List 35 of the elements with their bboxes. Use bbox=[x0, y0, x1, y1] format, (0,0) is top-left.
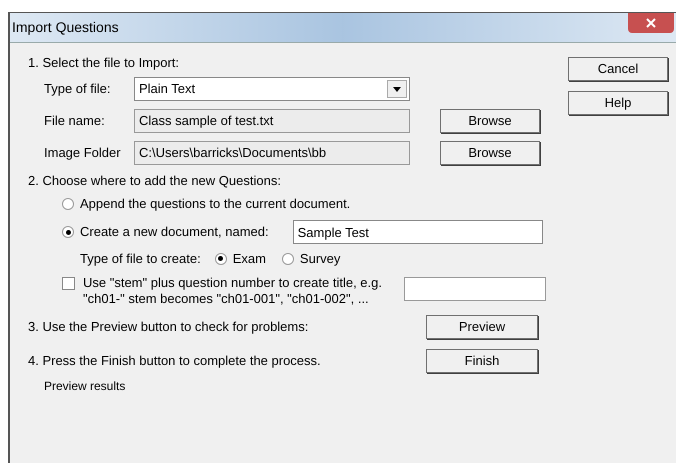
field-label: Type of file: bbox=[44, 80, 112, 98]
step-heading: 4. Press the Finish button to complete the process. bbox=[28, 352, 322, 370]
dropdown-caret-icon bbox=[387, 80, 407, 98]
radio-button[interactable] bbox=[62, 226, 74, 238]
button[interactable]: Preview bbox=[426, 314, 538, 338]
button[interactable]: Cancel bbox=[568, 57, 668, 81]
path-field[interactable]: Class sample of test.txt bbox=[134, 109, 410, 133]
close-icon bbox=[646, 18, 656, 28]
stem-field[interactable] bbox=[404, 276, 546, 300]
document-name-field[interactable]: Sample Test bbox=[292, 220, 543, 244]
radio-label: Survey bbox=[300, 250, 340, 268]
close-button[interactable] bbox=[628, 12, 674, 32]
step-heading: 1. Select the file to Import: bbox=[28, 54, 180, 72]
step-heading: 2. Choose where to add the new Questions: bbox=[28, 172, 281, 190]
checkbox[interactable] bbox=[62, 276, 75, 290]
radio-label: Append the questions to the current document. bbox=[80, 195, 350, 214]
section-label: Preview results bbox=[43, 378, 126, 394]
button[interactable]: Help bbox=[568, 91, 668, 115]
button[interactable]: Finish bbox=[426, 348, 538, 372]
path-field[interactable]: C:\Users\barricks\Documents\bb bbox=[134, 141, 410, 165]
window-title: Import Questions bbox=[12, 18, 119, 37]
radio-label: Create a new document, named: bbox=[80, 223, 269, 242]
step-heading: 3. Use the Preview button to check for problems: bbox=[28, 318, 310, 336]
radio-button[interactable] bbox=[62, 198, 74, 210]
button[interactable]: Browse bbox=[440, 141, 540, 165]
radio-button[interactable] bbox=[282, 252, 294, 265]
radio-label: Exam bbox=[232, 250, 266, 268]
field-label: File name: bbox=[44, 112, 106, 130]
field-label: Type of file to create: bbox=[80, 250, 201, 268]
file-type-dropdown[interactable]: Plain Text bbox=[134, 77, 410, 101]
checkbox-label: "ch01-" stem becomes "ch01-001", "ch01-002", ... bbox=[83, 290, 370, 306]
field-label: Image Folder bbox=[44, 144, 122, 162]
button[interactable]: Browse bbox=[440, 109, 540, 133]
radio-button[interactable] bbox=[214, 252, 227, 265]
checkbox-label: Use "stem" plus question number to create title, e.g. bbox=[83, 274, 382, 290]
